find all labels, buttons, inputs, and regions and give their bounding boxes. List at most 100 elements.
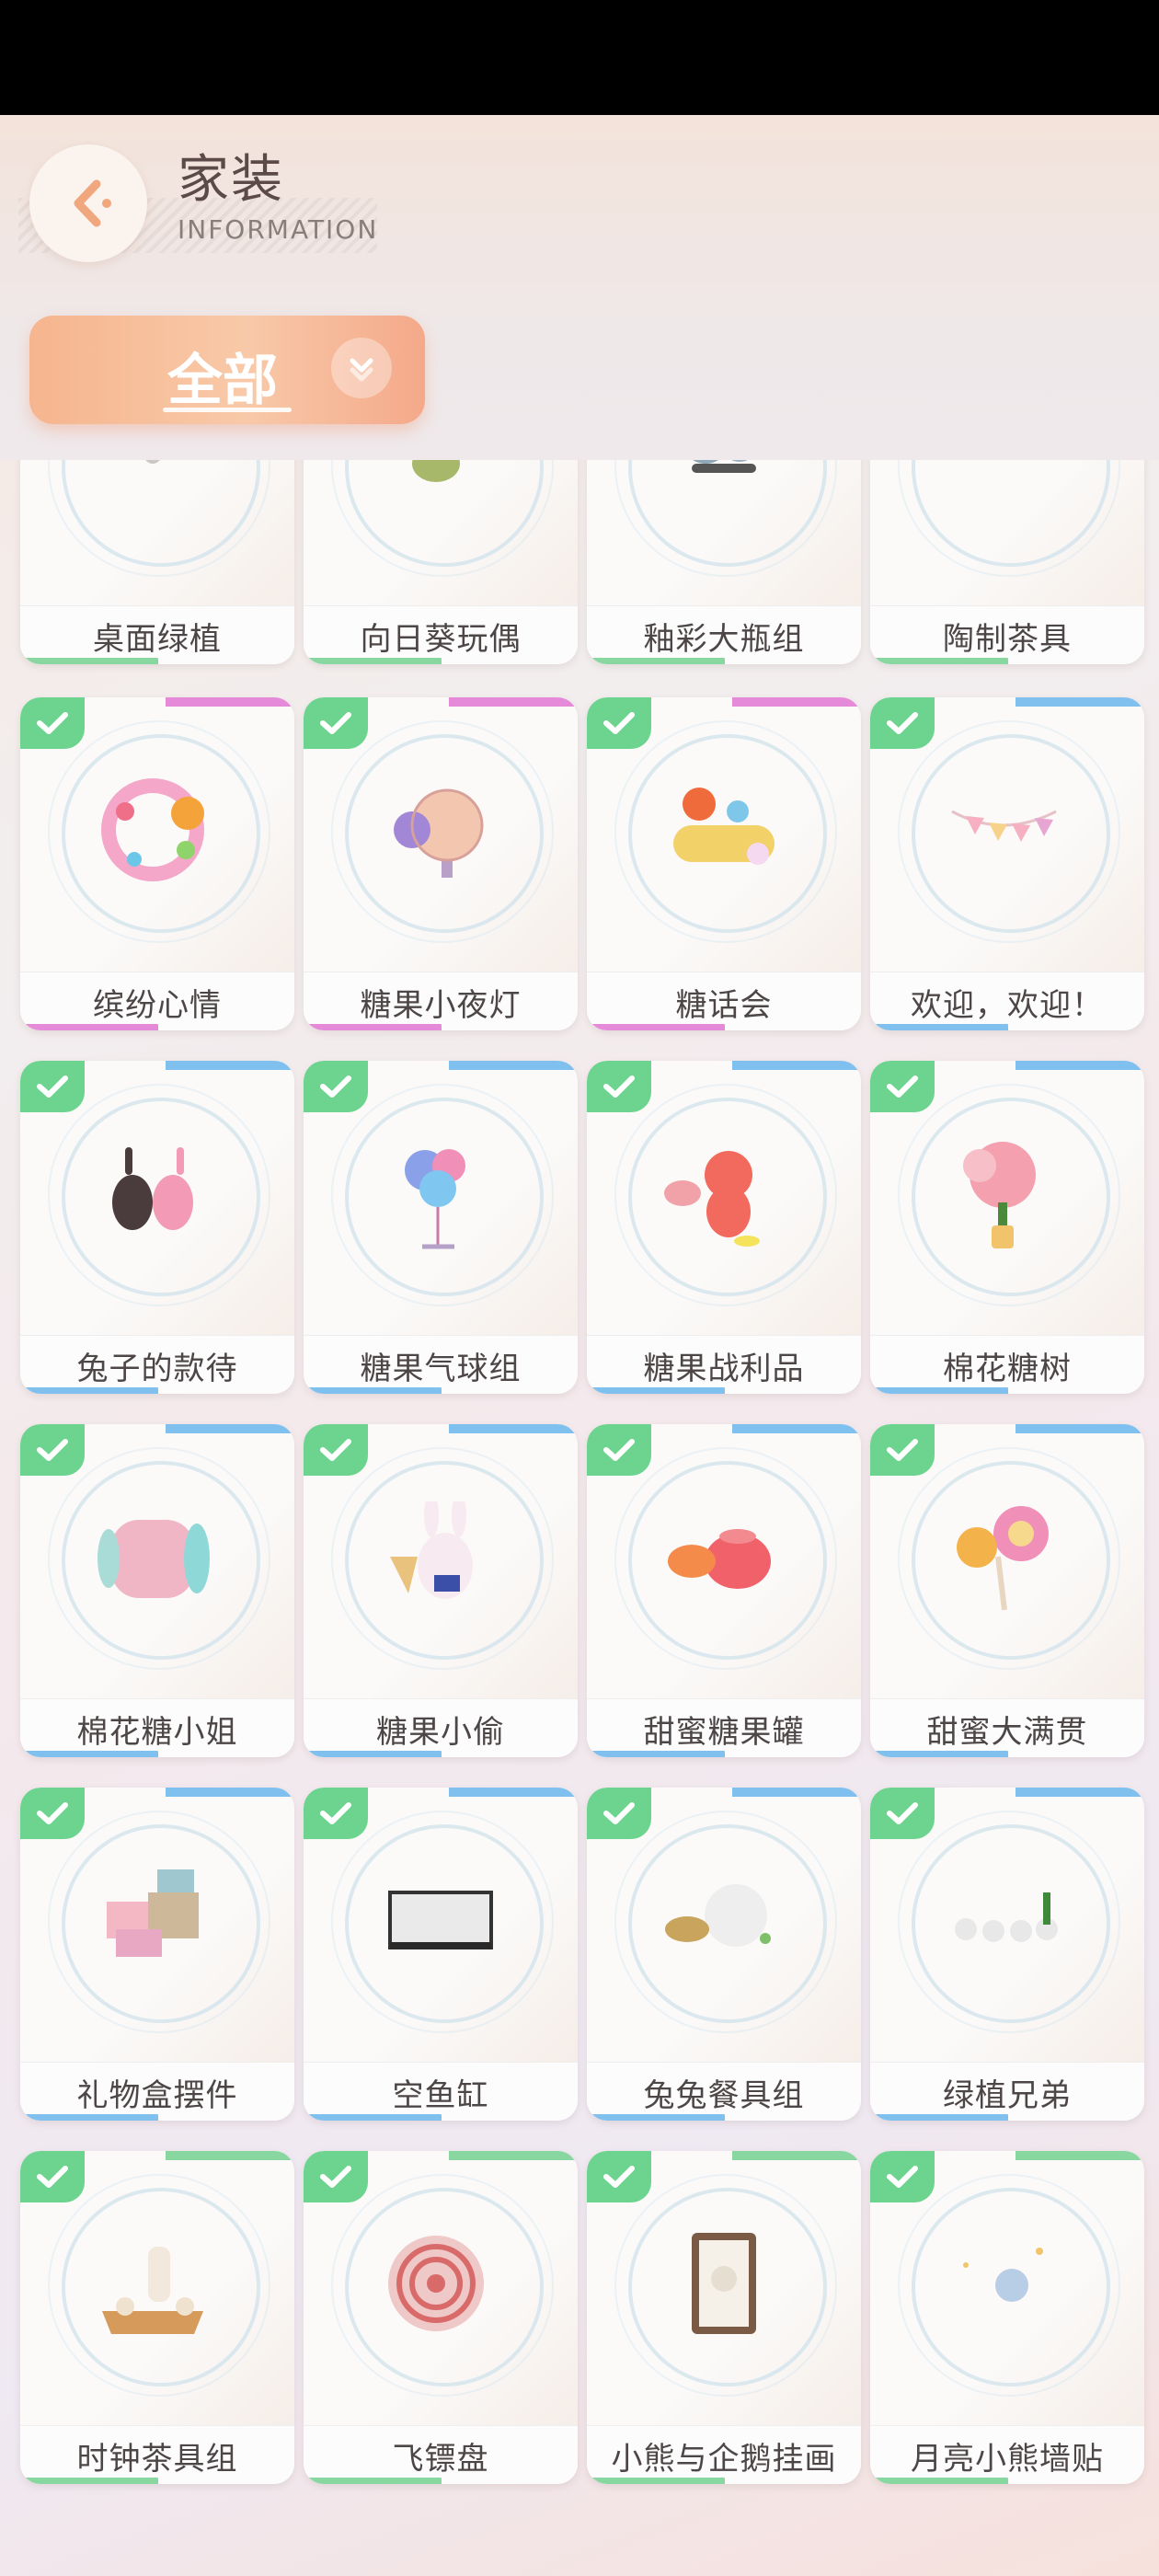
marshmallow-pillow-icon [98,1501,217,1621]
card-top-stripe [732,2151,861,2160]
item-card[interactable]: 绿植兄弟 [870,1788,1144,2121]
item-label-bar: 釉彩大瓶组 [587,605,861,664]
item-card[interactable]: 糖果战利品 [587,1061,861,1394]
header: 家装 INFORMATION 全部 [0,115,1159,460]
item-name: 糖果气球组 [360,1350,522,1387]
cotton-candy-tree-icon [947,1138,1067,1258]
item-label-bar: 甜蜜糖果罐 [587,1698,861,1757]
checkmark-icon [870,1061,935,1112]
item-label-bar: 陶制茶具 [870,605,1144,664]
bunny-thief-icon [381,1501,500,1621]
item-label-bar: 甜蜜大满贯 [870,1698,1144,1757]
item-name: 糖果小偷 [376,1713,505,1751]
item-card[interactable]: 桌面绿植 [20,460,294,664]
card-top-stripe [166,1788,294,1797]
item-card[interactable]: 糖果气球组 [304,1061,578,1394]
item-card[interactable]: 棉花糖树 [870,1061,1144,1394]
category-filter-dropdown[interactable]: 全部 [29,316,425,424]
item-card[interactable]: 月亮小熊墙贴 [870,2151,1144,2484]
item-card[interactable]: 时钟茶具组 [20,2151,294,2484]
card-bottom-stripe [870,2114,1008,2121]
back-button[interactable] [29,144,147,262]
page-title: 家装 [178,150,284,210]
clock-tea-set-icon [98,2228,217,2348]
card-bottom-stripe [587,658,725,664]
bunny-tableware-icon [664,1865,784,1984]
item-card[interactable]: 甜蜜大满贯 [870,1424,1144,1757]
item-label-bar: 小熊与企鹅挂画 [587,2425,861,2484]
moon-bear-sticker-icon [947,2228,1067,2348]
item-name: 月亮小熊墙贴 [911,2440,1104,2478]
candy-party-icon [664,775,784,894]
item-artwork [304,460,578,605]
card-top-stripe [1016,2151,1144,2160]
item-card[interactable]: 兔子的款待 [20,1061,294,1394]
card-top-stripe [166,697,294,707]
item-card[interactable]: 陶制茶具 [870,460,1144,664]
vase-set-icon [664,460,784,528]
item-card[interactable]: 糖话会 [587,697,861,1030]
item-label-bar: 欢迎，欢迎！ [870,972,1144,1030]
plant-brothers-icon [947,1865,1067,1984]
item-card[interactable]: 釉彩大瓶组 [587,460,861,664]
card-bottom-stripe [20,1024,158,1030]
card-bottom-stripe [587,1751,725,1757]
item-name: 棉花糖小姐 [76,1713,238,1751]
item-name: 小熊与企鹅挂画 [611,2440,837,2478]
item-card[interactable]: 棉花糖小姐 [20,1424,294,1757]
item-artwork [587,460,861,605]
card-bottom-stripe [587,2478,725,2484]
card-top-stripe [732,1424,861,1433]
item-card[interactable]: 缤纷心情 [20,697,294,1030]
item-card[interactable]: 空鱼缸 [304,1788,578,2121]
item-name: 礼物盒摆件 [76,2076,238,2114]
item-label-bar: 绿植兄弟 [870,2062,1144,2121]
dartboard-icon [381,2228,500,2348]
card-bottom-stripe [304,1024,442,1030]
checkmark-icon [304,2151,368,2202]
sunflower-doll-icon [381,460,500,528]
card-bottom-stripe [20,2114,158,2121]
card-bottom-stripe [304,2478,442,2484]
item-label-bar: 兔兔餐具组 [587,2062,861,2121]
item-name: 空鱼缸 [392,2076,489,2114]
item-card[interactable]: 飞镖盘 [304,2151,578,2484]
candy-jar-icon [664,1501,784,1621]
checkmark-icon [587,697,651,749]
card-top-stripe [166,2151,294,2160]
chevron-down-icon[interactable] [331,338,392,398]
item-card[interactable]: 礼物盒摆件 [20,1788,294,2121]
item-card[interactable]: 糖果小偷 [304,1424,578,1757]
item-name: 甜蜜大满贯 [926,1713,1088,1751]
card-top-stripe [1016,1424,1144,1433]
item-card[interactable]: 甜蜜糖果罐 [587,1424,861,1757]
item-card[interactable]: 糖果小夜灯 [304,697,578,1030]
item-name: 桌面绿植 [93,620,222,658]
item-card[interactable]: 欢迎，欢迎！ [870,697,1144,1030]
checkmark-icon [870,2151,935,2202]
item-artwork [20,460,294,605]
card-bottom-stripe [870,1387,1008,1394]
item-name: 糖果小夜灯 [360,986,522,1024]
item-label-bar: 缤纷心情 [20,972,294,1030]
checkmark-icon [587,1788,651,1839]
bunting-icon [947,775,1067,894]
checkmark-icon [870,1788,935,1839]
status-bar [0,0,1159,115]
card-bottom-stripe [20,1387,158,1394]
item-label-bar: 糖果小夜灯 [304,972,578,1030]
item-card[interactable]: 兔兔餐具组 [587,1788,861,2121]
item-label-bar: 时钟茶具组 [20,2425,294,2484]
item-card[interactable]: 小熊与企鹅挂画 [587,2151,861,2484]
item-label-bar: 糖话会 [587,972,861,1030]
item-label-bar: 礼物盒摆件 [20,2062,294,2121]
item-card[interactable]: 向日葵玩偶 [304,460,578,664]
card-top-stripe [732,1788,861,1797]
card-bottom-stripe [304,1751,442,1757]
item-name: 飞镖盘 [392,2440,489,2478]
tea-set-icon [947,460,1067,528]
checkmark-icon [870,1424,935,1476]
card-top-stripe [449,697,578,707]
item-name: 棉花糖树 [943,1350,1072,1387]
card-top-stripe [166,1424,294,1433]
